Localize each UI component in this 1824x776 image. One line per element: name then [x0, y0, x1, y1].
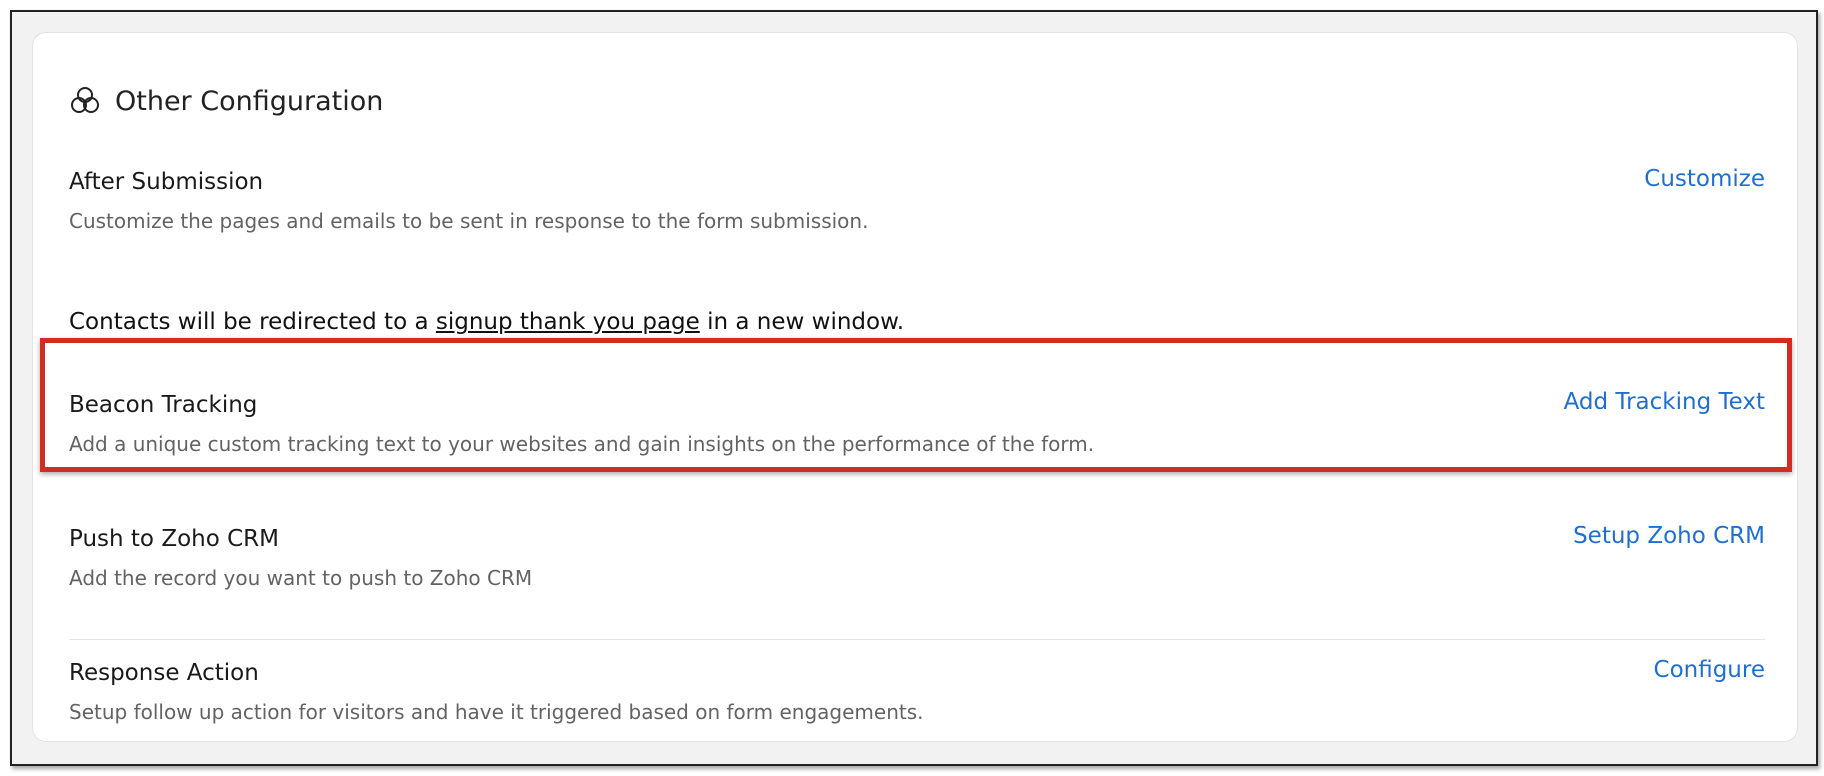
- highlight-box: [40, 338, 1792, 472]
- section-description: Setup follow up action for visitors and …: [69, 700, 924, 724]
- divider: [69, 639, 1765, 640]
- customize-link[interactable]: Customize: [1644, 166, 1765, 192]
- section-description: Customize the pages and emails to be sen…: [69, 209, 869, 233]
- redirect-info: Contacts will be redirected to a signup …: [69, 309, 904, 335]
- card-header: Other Configuration: [69, 81, 383, 121]
- card-title: Other Configuration: [115, 85, 384, 117]
- section-description: Add the record you want to push to Zoho …: [69, 566, 533, 590]
- section-title: After Submission: [69, 169, 264, 195]
- redirect-prefix: Contacts will be redirected to a: [69, 309, 436, 335]
- circles-icon: [69, 85, 101, 117]
- section-title: Response Action: [69, 660, 259, 686]
- signup-thank-you-page-link[interactable]: signup thank you page: [436, 309, 700, 335]
- configure-link[interactable]: Configure: [1654, 657, 1765, 683]
- redirect-suffix: in a new window.: [699, 309, 905, 335]
- setup-zoho-crm-link[interactable]: Setup Zoho CRM: [1573, 523, 1765, 549]
- section-title: Push to Zoho CRM: [69, 526, 279, 552]
